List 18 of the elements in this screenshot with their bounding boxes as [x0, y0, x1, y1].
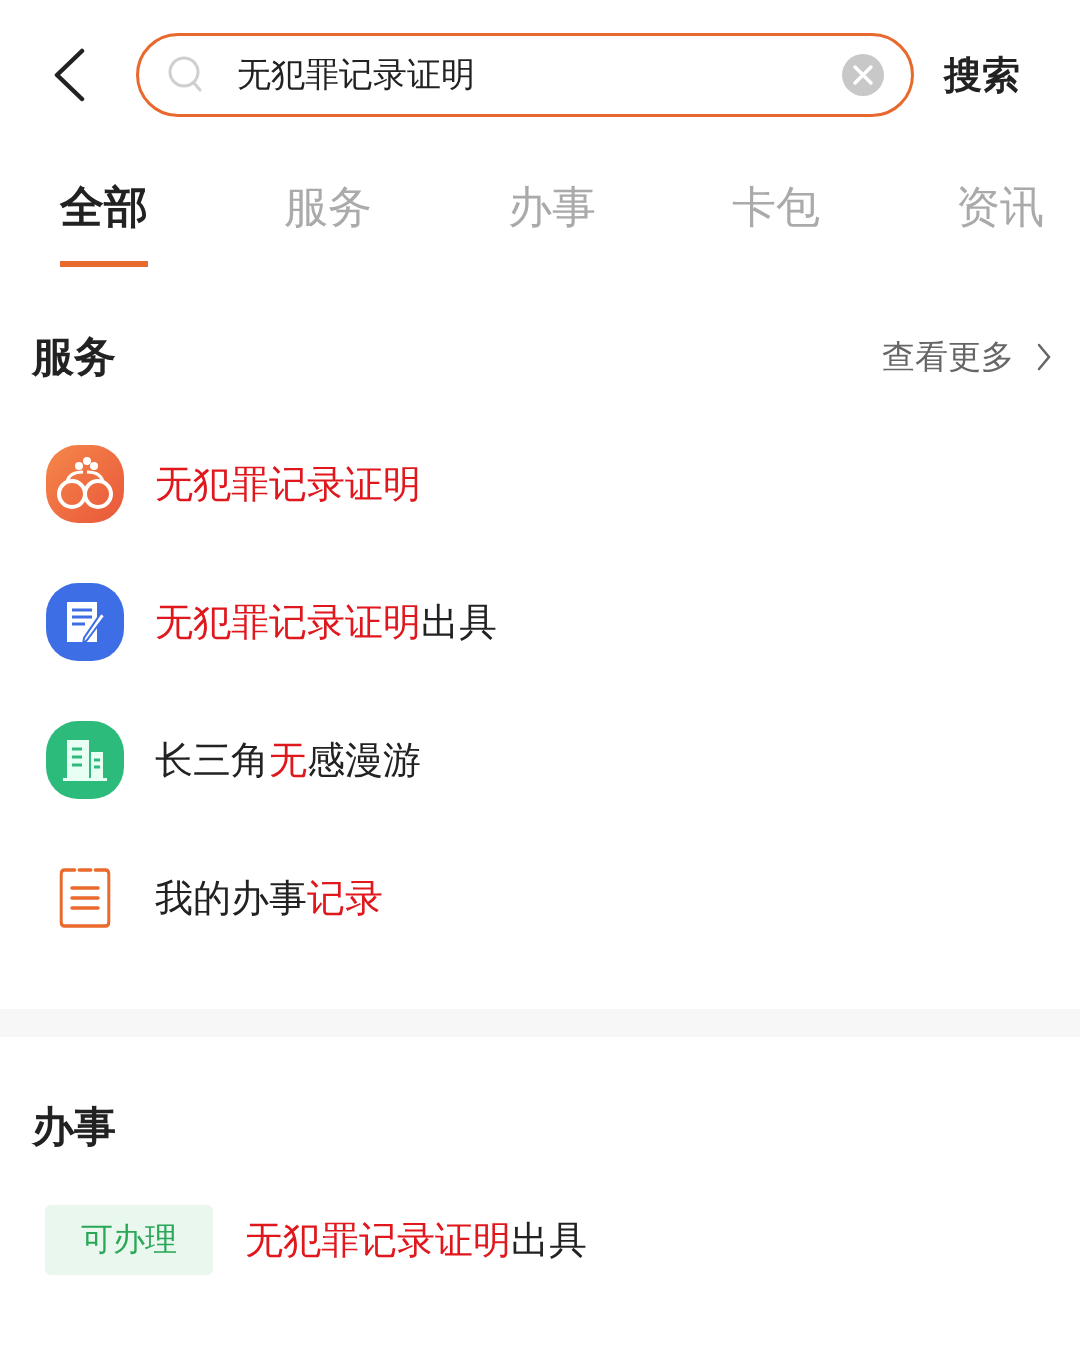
service-item[interactable]: 无犯罪记录证明	[155, 458, 421, 510]
see-more-link[interactable]: 查看更多	[882, 334, 1014, 380]
affair-item[interactable]: 无犯罪记录证明出具	[245, 1214, 587, 1266]
section-title: 服务	[32, 331, 116, 383]
building-icon	[45, 720, 125, 800]
tab[interactable]: 全部	[60, 178, 148, 267]
document-edit-icon	[45, 582, 125, 662]
chevron-right-icon[interactable]	[1036, 342, 1052, 372]
service-item[interactable]: 无犯罪记录证明出具	[155, 596, 497, 648]
service-item[interactable]: 长三角 无感漫游	[155, 734, 421, 786]
search-bar[interactable]: 无犯罪记录证明	[136, 33, 914, 117]
search-button[interactable]: 搜索	[944, 49, 1020, 101]
search-field[interactable]: 无犯罪记录证明	[235, 54, 841, 96]
back-icon[interactable]	[52, 48, 86, 102]
service-item[interactable]: 我的办事记录	[155, 872, 383, 924]
handcuffs-icon	[45, 444, 125, 524]
status-badge: 可办理	[45, 1205, 213, 1275]
section-title: 办事	[32, 1101, 116, 1153]
